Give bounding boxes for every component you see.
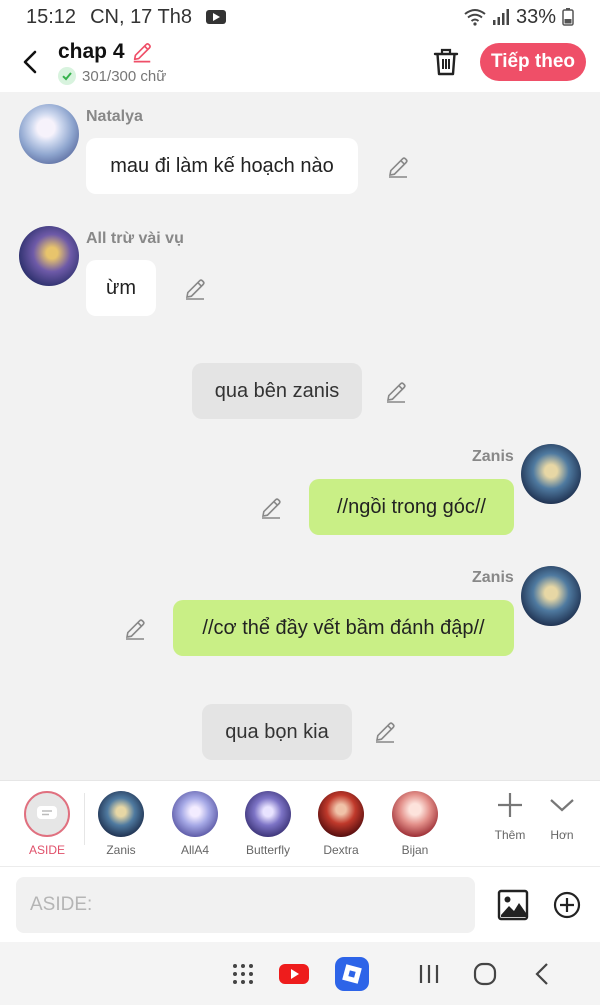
apps-grid-icon [233, 964, 253, 984]
avatar [318, 791, 364, 837]
status-time: 15:12 [26, 5, 77, 28]
battery-percent: 33% [515, 5, 556, 28]
status-left: 15:12 CN, 17 Th8 [26, 6, 226, 29]
character-label: Dextra [323, 843, 359, 857]
add-label: Thêm [494, 828, 526, 842]
chapter-title: chap 4 [58, 40, 125, 63]
recent-apps-icon [419, 965, 439, 983]
chapter-header: chap 4 301/300 chữ Tiếp theo [0, 34, 600, 92]
signal-icon [492, 9, 509, 25]
avatar[interactable] [19, 104, 79, 164]
aside-icon [24, 791, 70, 837]
wifi-icon [464, 9, 486, 26]
avatar[interactable] [521, 444, 581, 504]
character-alla4[interactable]: AllA4 [160, 791, 230, 857]
sender-name: Natalya [86, 108, 143, 125]
battery-icon [562, 8, 574, 26]
message-input-bar [0, 866, 600, 942]
home-button[interactable] [467, 956, 503, 992]
divider [84, 793, 85, 845]
youtube-notification-icon [205, 10, 226, 24]
aside-bubble[interactable]: qua bọn kia [202, 704, 352, 760]
system-back-button[interactable] [524, 956, 560, 992]
home-icon [473, 962, 497, 986]
roblox-app-button[interactable] [334, 956, 370, 992]
check-icon [58, 67, 76, 85]
sender-name: Zanis [472, 569, 514, 586]
avatar [392, 791, 438, 837]
avatar[interactable] [521, 566, 581, 626]
roblox-icon [335, 957, 369, 991]
word-count: 301/300 chữ [58, 67, 166, 85]
edit-title-icon[interactable] [131, 41, 153, 63]
chevron-down-icon [550, 799, 574, 812]
character-bijan[interactable]: Bijan [380, 791, 450, 857]
youtube-app-button[interactable] [276, 956, 312, 992]
message-bubble[interactable]: //cơ thể đầy vết bầm đánh đập// [173, 600, 514, 656]
word-count-text: 301/300 chữ [82, 67, 167, 85]
edit-icon[interactable] [386, 155, 410, 179]
character-aside[interactable]: ASIDE [12, 791, 82, 857]
sender-name: All trừ vài vụ [86, 230, 184, 247]
add-character-button[interactable]: Thêm [483, 791, 537, 842]
message-input[interactable] [16, 877, 475, 933]
avatar [172, 791, 218, 837]
avatar [98, 791, 144, 837]
status-date: CN, 17 Th8 [90, 5, 192, 28]
message-bubble[interactable]: //ngồi trong góc// [309, 479, 514, 535]
edit-icon[interactable] [373, 720, 397, 744]
next-button[interactable]: Tiếp theo [480, 43, 586, 81]
title-row: chap 4 [58, 40, 153, 64]
character-selector: ASIDE Zanis AllA4 Butterfly Dextra Bijan… [0, 780, 600, 866]
delete-button[interactable] [432, 47, 460, 77]
edit-icon[interactable] [384, 380, 408, 404]
add-circle-icon [553, 891, 581, 919]
sender-name: Zanis [472, 448, 514, 465]
character-dextra[interactable]: Dextra [306, 791, 376, 857]
youtube-icon [279, 964, 309, 984]
more-characters-button[interactable]: Hơn [535, 791, 589, 842]
add-button[interactable] [553, 891, 581, 919]
trash-icon [433, 48, 459, 76]
status-bar: 15:12 CN, 17 Th8 33% [0, 0, 600, 34]
character-label: ASIDE [28, 843, 65, 857]
recent-apps-button[interactable] [411, 956, 447, 992]
character-label: Butterfly [245, 843, 290, 857]
edit-icon[interactable] [123, 617, 147, 641]
edit-icon[interactable] [183, 277, 207, 301]
plus-icon [498, 793, 522, 817]
edit-icon[interactable] [259, 496, 283, 520]
character-label: AllA4 [180, 843, 209, 857]
apps-grid-button[interactable] [225, 956, 261, 992]
aside-bubble[interactable]: qua bên zanis [192, 363, 362, 419]
status-right: 33% [464, 6, 574, 29]
character-label: Zanis [106, 843, 136, 857]
character-butterfly[interactable]: Butterfly [233, 791, 303, 857]
message-bubble[interactable]: mau đi làm kế hoạch nào [86, 138, 358, 194]
back-icon [535, 963, 548, 985]
system-nav-bar [0, 942, 600, 1005]
avatar [245, 791, 291, 837]
chat-area[interactable]: Natalya mau đi làm kế hoạch nào All trừ … [0, 92, 600, 780]
character-zanis[interactable]: Zanis [86, 791, 156, 857]
avatar[interactable] [19, 226, 79, 286]
character-label: Bijan [401, 843, 429, 857]
insert-image-button[interactable] [497, 889, 529, 921]
back-button[interactable] [18, 48, 42, 76]
back-icon [23, 50, 37, 74]
more-label: Hơn [550, 828, 574, 842]
image-icon [497, 889, 529, 921]
message-bubble[interactable]: ừm [86, 260, 156, 316]
